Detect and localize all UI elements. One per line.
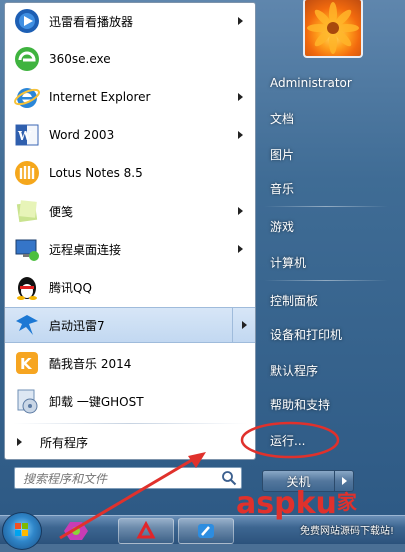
submenu-arrow-icon — [241, 321, 247, 329]
submenu-arrow-icon[interactable] — [238, 245, 243, 253]
windows-logo-icon — [15, 523, 28, 536]
lotus-notes-icon — [11, 157, 43, 189]
360-browser-icon — [11, 43, 43, 75]
control-panel-link[interactable]: 控制面板 — [270, 292, 318, 309]
program-label: 启动迅雷7 — [49, 318, 105, 333]
pictures-link[interactable]: 图片 — [270, 146, 294, 163]
program-label: 酷我音乐 2014 — [49, 356, 132, 371]
program-label: Internet Explorer — [49, 90, 151, 104]
games-link[interactable]: 游戏 — [270, 218, 294, 235]
qq-penguin-icon — [11, 271, 43, 303]
submenu-arrow-icon[interactable] — [238, 17, 243, 25]
kuwo-music-icon: K — [11, 347, 43, 379]
taskbar-app-button[interactable] — [118, 518, 174, 544]
taskbar-app-button[interactable] — [178, 518, 234, 544]
submenu-arrow-icon[interactable] — [238, 93, 243, 101]
default-programs-link[interactable]: 默认程序 — [270, 362, 318, 379]
program-label: 迅雷看看播放器 — [49, 14, 134, 29]
program-label: Word 2003 — [49, 128, 115, 142]
watermark-text: aspku — [236, 486, 337, 521]
user-avatar[interactable] — [303, 0, 363, 58]
program-item-word-2003[interactable]: W Word 2003 — [5, 117, 255, 153]
internet-explorer-icon — [11, 81, 43, 113]
xunlei-kankan-icon — [11, 5, 43, 37]
divider — [264, 206, 388, 207]
flower-picture-icon — [307, 2, 359, 54]
program-item-lotus-notes[interactable]: Lotus Notes 8.5 — [5, 155, 255, 191]
program-label: Lotus Notes 8.5 — [49, 166, 143, 180]
program-label: 便笺 — [49, 204, 74, 219]
all-programs-label: 所有程序 — [40, 435, 89, 450]
music-link[interactable]: 音乐 — [270, 180, 294, 197]
program-item-qq[interactable]: 腾讯QQ — [5, 269, 255, 305]
help-support-link[interactable]: 帮助和支持 — [270, 396, 330, 413]
hexagon-app-icon — [64, 522, 88, 540]
program-item-360se[interactable]: 360se.exe — [5, 41, 255, 77]
search-box[interactable] — [14, 467, 242, 489]
computer-link[interactable]: 计算机 — [270, 254, 306, 271]
watermark-subtitle: 免费网站源码下载站! — [300, 526, 395, 537]
program-item-xunlei-kankan[interactable]: 迅雷看看播放器 — [5, 3, 255, 39]
taskbar-app-button[interactable] — [48, 518, 104, 544]
program-label: 卸载 一键GHOST — [49, 394, 144, 409]
ghost-uninstall-icon — [11, 385, 43, 417]
watermark-logo: aspku家 — [236, 486, 357, 521]
program-item-ghost-uninstall[interactable]: 卸载 一键GHOST — [5, 383, 255, 419]
start-menu: 迅雷看看播放器 360se.exe Internet Explorer W Wo… — [0, 0, 405, 515]
pen-app-icon — [198, 524, 214, 538]
program-list-pane: 迅雷看看播放器 360se.exe Internet Explorer W Wo… — [4, 2, 256, 460]
submenu-button[interactable] — [232, 308, 255, 342]
search-input[interactable] — [21, 469, 215, 489]
program-label: 360se.exe — [49, 52, 111, 66]
divider — [264, 280, 388, 281]
submenu-arrow-icon[interactable] — [238, 207, 243, 215]
program-item-thunder7[interactable]: 启动迅雷7 — [5, 307, 255, 343]
sticky-notes-icon — [11, 195, 43, 227]
search-icon[interactable] — [221, 470, 237, 489]
program-label: 远程桌面连接 — [49, 242, 122, 257]
program-item-sticky-notes[interactable]: 便笺 — [5, 193, 255, 229]
run-link[interactable]: 运行... — [270, 432, 305, 449]
program-item-remote-desktop[interactable]: 远程桌面连接 — [5, 231, 255, 267]
program-item-internet-explorer[interactable]: Internet Explorer — [5, 79, 255, 115]
user-name-link[interactable]: Administrator — [270, 76, 352, 90]
red-app-icon — [136, 521, 156, 539]
documents-link[interactable]: 文档 — [270, 110, 294, 127]
search-area — [4, 460, 254, 496]
program-label: 腾讯QQ — [49, 280, 92, 295]
all-programs-button[interactable]: 所有程序 — [5, 427, 255, 457]
submenu-arrow-icon[interactable] — [238, 131, 243, 139]
word-icon: W — [11, 119, 43, 151]
watermark-glyph: 家 — [336, 490, 357, 514]
expand-arrow-icon — [17, 438, 22, 446]
divider — [13, 423, 247, 424]
svg-text:W: W — [17, 129, 32, 143]
thunder-bird-icon — [11, 309, 43, 341]
remote-desktop-icon — [11, 233, 43, 265]
svg-text:K: K — [20, 355, 33, 373]
chevron-right-icon — [341, 477, 347, 485]
start-button[interactable] — [2, 512, 42, 550]
program-item-kuwo-music[interactable]: K 酷我音乐 2014 — [5, 345, 255, 381]
devices-printers-link[interactable]: 设备和打印机 — [270, 326, 342, 343]
